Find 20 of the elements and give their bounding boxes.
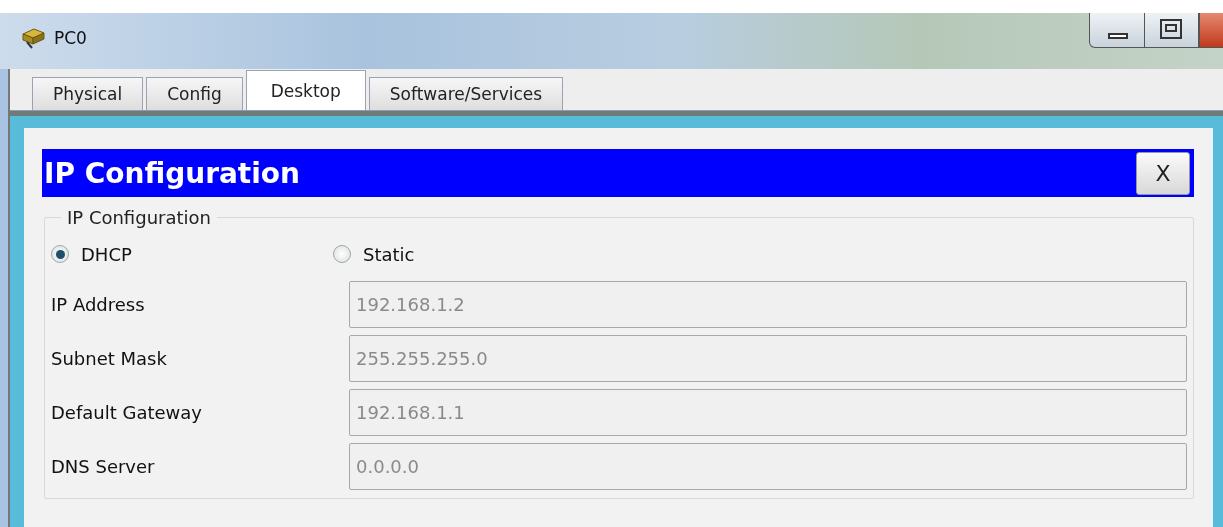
radio-button[interactable]	[51, 245, 69, 263]
pc-icon	[20, 26, 46, 50]
tab[interactable]: Config	[146, 77, 243, 110]
dialog-title: IP Configuration	[44, 156, 300, 190]
close-button[interactable]	[1199, 13, 1223, 48]
minimize-button[interactable]	[1089, 13, 1145, 48]
tab[interactable]: Software/Services	[368, 77, 564, 110]
group-label: IP Configuration	[66, 207, 212, 228]
radio-option[interactable]: Static	[333, 243, 615, 265]
field-label: IP Address	[51, 294, 146, 315]
close-button[interactable]: X	[1136, 151, 1190, 195]
radio-button[interactable]	[333, 245, 351, 263]
field-label: DNS Server	[51, 456, 156, 477]
field-label: Subnet Mask	[51, 348, 168, 369]
tab[interactable]: Physical	[32, 77, 144, 110]
maximize-button[interactable]	[1145, 13, 1199, 48]
radio-option[interactable]: DHCP	[51, 243, 333, 265]
window-title: PC0	[54, 28, 87, 48]
field-label: Default Gateway	[51, 402, 203, 423]
tab[interactable]: Desktop	[245, 70, 366, 110]
